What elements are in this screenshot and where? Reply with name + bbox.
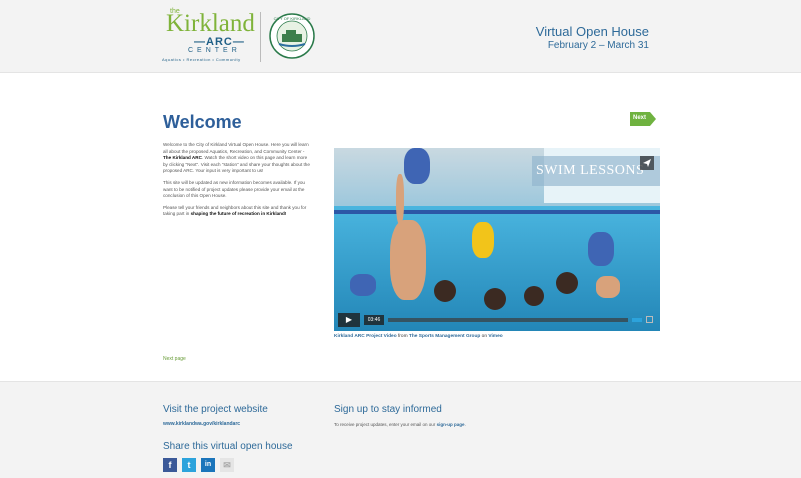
intro-paragraph-1: Welcome to the City of Kirkland Virtual … — [163, 142, 310, 174]
video-controls: ▶ 03:46 — [338, 313, 656, 327]
video-kickboard — [350, 274, 376, 296]
page: the Kirkland —ARC— CENTER Aquatics • Rec… — [0, 0, 801, 478]
video-progress-bar[interactable] — [388, 318, 628, 322]
video-author-link[interactable]: The Sports Management Group — [409, 334, 480, 339]
fullscreen-icon[interactable] — [646, 316, 653, 323]
kirkland-arc-logo[interactable]: the Kirkland —ARC— CENTER Aquatics • Rec… — [160, 8, 320, 66]
next-button[interactable]: Next — [630, 112, 656, 126]
linkedin-icon[interactable]: in — [201, 458, 215, 472]
next-arrow-icon — [650, 112, 656, 126]
svg-text:CITY OF KIRKLAND: CITY OF KIRKLAND — [274, 16, 311, 21]
project-website-link[interactable]: www.kirklandwa.gov/kirklandarc — [163, 421, 240, 427]
video-kid — [484, 288, 506, 310]
share-heading: Share this virtual open house — [163, 441, 293, 452]
vimeo-link[interactable]: Vimeo — [488, 334, 502, 339]
signup-heading: Sign up to stay informed — [334, 404, 442, 415]
welcome-heading: Welcome — [163, 112, 242, 132]
intro-text: Welcome to the City of Kirkland Virtual … — [163, 142, 313, 223]
swim-lessons-text: SWIM LESSONS — [536, 163, 645, 178]
video-instructor — [390, 220, 426, 300]
intro-paragraph-3: Please tell your friends and neighbors a… — [163, 204, 307, 217]
video-right-controls — [632, 315, 656, 325]
video-kid — [556, 272, 578, 294]
signup-page-link[interactable]: sign-up page — [437, 422, 465, 427]
caption-from: from — [396, 334, 409, 339]
open-house-dates: February 2 – March 31 — [547, 40, 649, 51]
video-frame-lane — [334, 210, 660, 214]
video-kickboard — [588, 232, 614, 266]
video-instructor-arm — [396, 174, 404, 224]
intro-paragraph-2: This site will be updated as new informa… — [163, 179, 305, 199]
project-video-player[interactable]: SWIM LESSONS ▶ 03:46 — [334, 148, 660, 331]
video-duration: 03:46 — [364, 315, 384, 325]
next-page-link[interactable]: Next page — [163, 356, 186, 362]
video-kid — [434, 280, 456, 302]
next-button-label: Next — [633, 115, 647, 121]
logo-divider — [260, 12, 261, 62]
city-seal-icon: CITY OF KIRKLAND — [269, 13, 315, 59]
site-footer — [0, 381, 801, 478]
visit-website-heading: Visit the project website — [163, 404, 268, 415]
play-icon[interactable]: ▶ — [338, 313, 360, 327]
logo-center: CENTER — [188, 47, 241, 54]
video-kid-face — [596, 276, 620, 298]
video-kid — [524, 286, 544, 306]
page-title: Virtual Open House — [535, 24, 649, 39]
site-header: the Kirkland —ARC— CENTER Aquatics • Rec… — [0, 0, 801, 73]
video-kickboard — [404, 148, 430, 184]
share-video-icon[interactable] — [640, 156, 654, 170]
facebook-icon[interactable]: f — [163, 458, 177, 472]
signup-text: To receive project updates, enter your e… — [334, 422, 466, 427]
hd-icon[interactable] — [632, 318, 642, 322]
video-kickboard — [472, 222, 494, 258]
logo-name: Kirkland — [166, 10, 255, 37]
logo-tagline: Aquatics • Recreation • Community — [162, 57, 241, 62]
twitter-icon[interactable]: t — [182, 458, 196, 472]
video-title-link[interactable]: Kirkland ARC Project Video — [334, 334, 397, 339]
email-icon[interactable]: ✉ — [220, 458, 234, 472]
video-caption: Kirkland ARC Project Video from The Spor… — [334, 334, 503, 339]
